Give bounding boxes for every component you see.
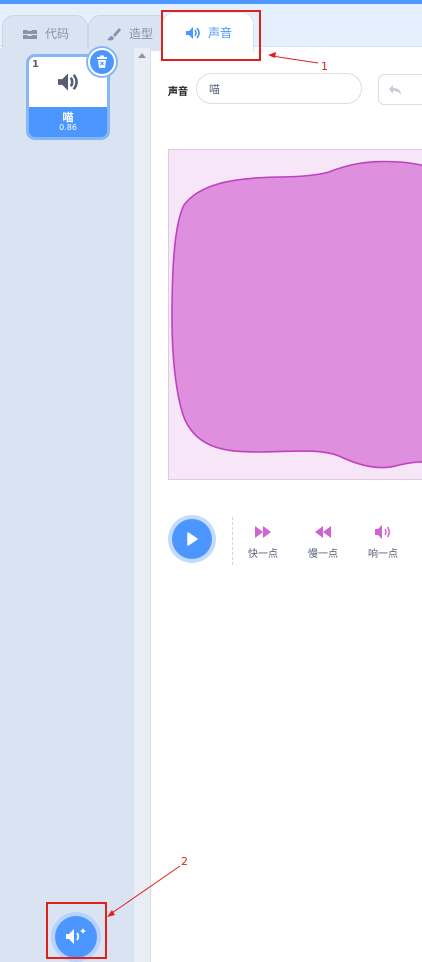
annotation-box-1: [161, 10, 261, 61]
annotation-label-1: 1: [321, 60, 328, 73]
annotation-arrows: [107, 52, 319, 917]
annotation-box-2: [46, 902, 107, 959]
annotation-label-2: 2: [181, 855, 188, 868]
